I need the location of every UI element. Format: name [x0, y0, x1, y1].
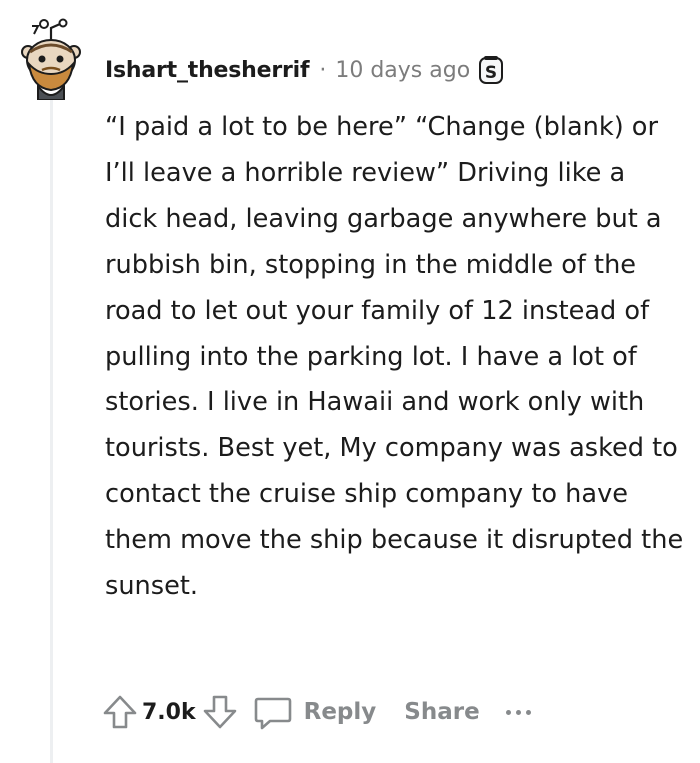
dot — [525, 709, 531, 715]
username-link[interactable]: Ishart_thesherrif — [105, 58, 310, 83]
meta-separator: · — [319, 57, 327, 83]
upvote-arrow-icon[interactable] — [100, 691, 140, 733]
share-button[interactable]: Share — [404, 699, 479, 725]
comment-body: “I paid a lot to be here” “Change (blank… — [105, 112, 684, 602]
reply-button[interactable]: Reply — [252, 691, 377, 733]
downvote-arrow-icon[interactable] — [200, 691, 240, 733]
thread-line[interactable] — [50, 100, 53, 763]
more-dots-icon[interactable] — [505, 702, 531, 722]
timestamp[interactable]: 10 days ago — [335, 58, 470, 83]
reply-label: Reply — [303, 699, 377, 725]
comment-header: Ishart_thesherrif · 10 days ago S — [105, 52, 504, 88]
vote-score: 7.0k — [142, 699, 196, 725]
dot — [515, 709, 521, 715]
award-icon[interactable]: S — [478, 55, 504, 85]
comment-actions: 7.0k Reply Share — [100, 690, 531, 734]
award-glyph: S — [485, 63, 497, 83]
avatar[interactable] — [14, 12, 88, 100]
dot — [505, 709, 511, 715]
speech-bubble-icon — [254, 697, 291, 730]
